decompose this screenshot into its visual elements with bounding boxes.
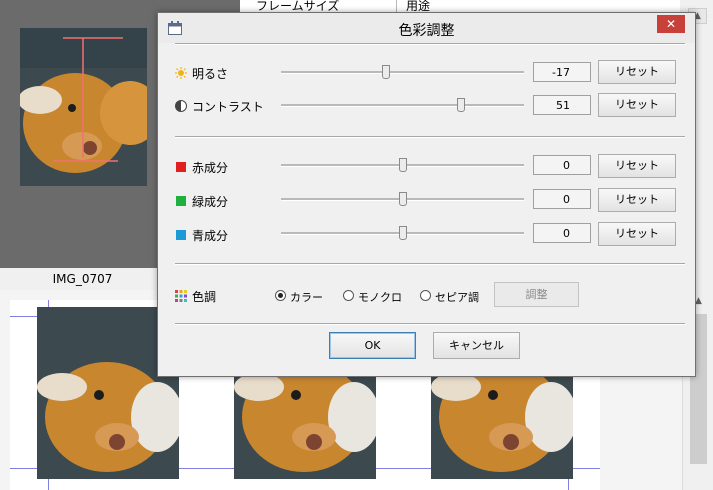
radio-sepia-dot[interactable] [420,290,431,301]
close-button[interactable]: ✕ [657,15,685,33]
slider-thumb[interactable] [457,98,465,112]
brightness-reset-button[interactable]: リセット [598,60,676,84]
red-label: 赤成分 [192,161,229,175]
green-slider[interactable] [281,192,524,206]
divider [175,136,685,138]
blue-swatch [176,230,186,240]
divider [175,323,685,325]
red-swatch [176,162,186,172]
green-value[interactable]: 0 [533,189,591,209]
green-swatch [176,196,186,206]
red-reset-button[interactable]: リセット [598,154,676,178]
brightness-value[interactable]: -17 [533,62,591,82]
slider-thumb[interactable] [382,65,390,79]
sun-icon [175,67,187,79]
contrast-slider[interactable] [281,98,524,112]
cancel-button[interactable]: キャンセル [433,332,520,359]
divider [175,263,685,265]
blue-swatch-icon [175,229,187,241]
palette-icon [175,290,187,302]
green-swatch-icon [175,195,187,207]
green-reset-button[interactable]: リセット [598,188,676,212]
red-slider[interactable] [281,158,524,172]
slider-thumb[interactable] [399,192,407,206]
radio-mono-label: モノクロ [358,291,402,304]
radio-color-label: カラー [290,291,323,304]
radio-mono-dot[interactable] [343,290,354,301]
ok-button[interactable]: OK [329,332,416,359]
brightness-slider[interactable] [281,65,524,79]
color-adjust-dialog: 色彩調整 ✕ 明るさ -17 リセット コントラスト 51 リセット 赤成分 0… [157,12,696,377]
brightness-label: 明るさ [192,67,229,81]
slider-thumb[interactable] [399,226,407,240]
contrast-label: コントラスト [192,100,264,114]
red-value[interactable]: 0 [533,155,591,175]
contrast-reset-button[interactable]: リセット [598,93,676,117]
blue-slider[interactable] [281,226,524,240]
blue-reset-button[interactable]: リセット [598,222,676,246]
slider-track [281,104,524,107]
blue-value[interactable]: 0 [533,223,591,243]
divider [175,43,685,45]
green-label: 緑成分 [192,195,229,209]
dialog-title: 色彩調整 [398,23,455,39]
radio-color-dot[interactable] [275,290,286,301]
contrast-value[interactable]: 51 [533,95,591,115]
image-filename: IMG_0707 [0,268,165,290]
preview-image[interactable] [20,28,147,186]
contrast-icon [175,100,187,112]
tone-adjust-button[interactable]: 調整 [494,282,579,307]
radio-sepia-label: セピア調 [435,291,479,304]
slider-thumb[interactable] [399,158,407,172]
slider-track [281,71,524,74]
blue-label: 青成分 [192,229,229,243]
red-swatch-icon [175,161,187,173]
tone-label: 色調 [192,290,217,304]
dialog-titlebar[interactable]: 色彩調整 ✕ [158,13,695,43]
